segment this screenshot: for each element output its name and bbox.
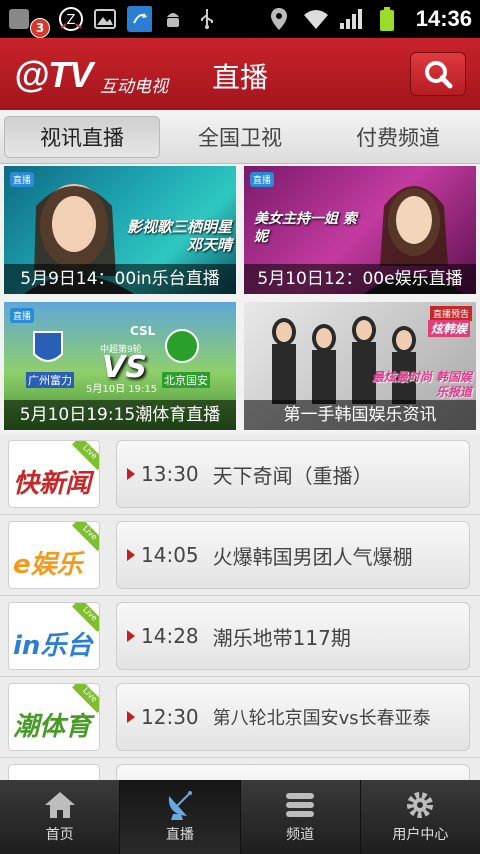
banner-overlay-text: 影视歌三栖明星 邓天晴 [126,218,232,254]
gear-icon [407,792,434,818]
channel-logo: 快新闻 Live [8,440,100,508]
usb-icon [194,6,220,32]
banner-caption: 5月9日14：00in乐台直播 [4,264,236,294]
search-button[interactable] [410,52,466,96]
nav-channels-label: 频道 [286,827,315,843]
program-time: 12:30 [141,705,199,729]
program-time: 13:30 [141,462,199,486]
nav-home-label: 首页 [45,827,74,843]
category-tabs: 视讯直播 全国卫视 付费频道 [0,110,480,164]
app-logo: @TV [14,54,93,95]
banner-overlay-text: 最炫最时尚 韩国娱乐报道 [371,370,472,399]
list-item[interactable]: e娱乐 Live 14:05 火爆韩国男团人气爆棚 [0,515,480,596]
banner-overlay-text: 美女主持一姐 索妮 [254,211,357,245]
search-icon [425,61,453,89]
bottom-navigation: 首页 直播 频道 用户中心 [0,780,480,854]
alarm-app-icon: Z [58,6,84,32]
channel-logo-text: in乐台 [13,631,93,661]
banner-sports[interactable]: 直播 CSL 中超第9轮 VS 广州富力 北京国安 5月10日 19:15 5月… [4,302,236,430]
play-arrow-icon [127,468,135,480]
nav-live-label: 直播 [165,827,194,843]
sync-app-icon [126,6,152,32]
match-time: 5月10日 19:15 [86,384,158,395]
banner-caption: 5月10日19:15潮体育直播 [4,400,236,430]
clock: 14:36 [415,6,472,31]
battery-icon [374,6,400,32]
banner-caption: 5月10日12：00e娱乐直播 [244,264,476,294]
channel-logo-text: 潮体育 [13,712,92,742]
status-bar: 3 Z 14:36 [0,0,480,38]
list-item[interactable] [0,758,480,780]
nav-channels[interactable]: 频道 [241,780,361,854]
banner-in-music[interactable]: 直播 影视歌三栖明星 邓天晴 5月9日14：00in乐台直播 [4,166,236,294]
channel-logo [8,764,100,780]
program-title: 第八轮北京国安vs长春亚泰 [212,708,431,729]
tab-video-live[interactable]: 视讯直播 [4,116,160,158]
program-card[interactable] [116,764,470,780]
satellite-dish-icon [168,791,192,820]
channel-logo: e娱乐 Live [8,521,100,589]
program-title: 潮乐地带117期 [212,625,351,650]
nav-user-center[interactable]: 用户中心 [361,780,480,854]
app-header: @TV 互动电视 直播 [0,38,480,110]
app-logo-subtitle: 互动电视 [100,77,168,97]
notification-count-badge: 3 [30,18,50,38]
list-icon [286,793,315,817]
channel-logo-text: e娱乐 [13,550,83,580]
program-card[interactable]: 14:28 潮乐地带117期 [116,602,470,670]
program-card[interactable]: 14:05 火爆韩国男团人气爆棚 [116,521,470,589]
play-arrow-icon [127,630,135,642]
home-icon [44,792,75,818]
channel-logo: in乐台 Live [8,602,100,670]
play-arrow-icon [127,711,135,723]
play-arrow-icon [127,549,135,561]
wifi-icon [302,6,328,32]
status-left-icons: 3 Z [6,4,220,38]
team-right: 北京国安 [162,372,210,388]
list-item[interactable]: 潮体育 Live 12:30 第八轮北京国安vs长春亚泰 [0,677,480,758]
signal-icon [338,6,364,32]
banner-korean-news[interactable]: 直播预告 炫韩娱 最炫最时尚 韩国娱乐报道 第一手韩国娱乐资讯 [244,302,476,430]
banner-caption: 第一手韩国娱乐资讯 [244,400,476,430]
nav-live[interactable]: 直播 [120,780,241,854]
channel-logo-text: 快新闻 [13,469,92,499]
android-debug-icon [160,6,186,32]
program-list: 快新闻 Live 13:30 天下奇闻（重播） e娱乐 Live 14:05 火… [0,434,480,780]
image-icon [92,6,118,32]
status-right-icons: 14:36 [266,4,472,34]
tab-paid-channels[interactable]: 付费频道 [320,116,476,158]
page-title: 直播 [212,61,269,94]
program-time: 14:28 [141,624,199,648]
channel-logo: 潮体育 Live [8,683,100,751]
list-item[interactable]: in乐台 Live 14:28 潮乐地带117期 [0,596,480,677]
program-time: 14:05 [141,543,199,567]
program-card[interactable]: 13:30 天下奇闻（重播） [116,440,470,508]
list-item[interactable]: 快新闻 Live 13:30 天下奇闻（重播） [0,434,480,515]
svg-text:Z: Z [67,13,76,28]
nav-user-center-label: 用户中心 [392,827,449,843]
app-notification-icon [6,6,32,32]
nav-home[interactable]: 首页 [0,780,121,854]
team-left: 广州富力 [26,372,74,388]
program-title: 天下奇闻（重播） [212,463,373,488]
location-icon [266,6,292,32]
program-title: 火爆韩国男团人气爆棚 [212,544,413,569]
program-card[interactable]: 12:30 第八轮北京国安vs长春亚泰 [116,683,470,751]
banner-e-entertainment[interactable]: 直播 美女主持一姐 索妮 5月10日12：00e娱乐直播 [244,166,476,294]
tab-national-satellite[interactable]: 全国卫视 [162,116,318,158]
